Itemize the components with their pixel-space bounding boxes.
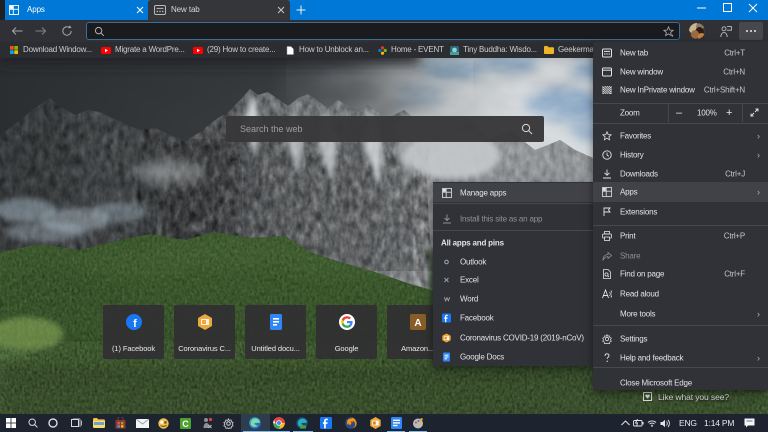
svg-text:C: C: [182, 419, 189, 429]
svg-text:A: A: [414, 318, 421, 329]
svg-text:f: f: [133, 318, 137, 330]
